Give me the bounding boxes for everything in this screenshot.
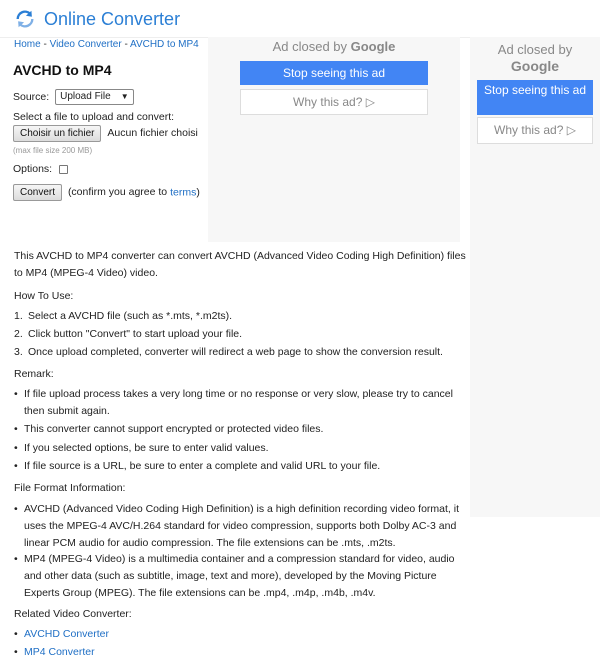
options-row: Options: bbox=[13, 163, 69, 175]
side-stop-seeing-ad-button[interactable]: Stop seeing this ad bbox=[477, 80, 593, 115]
convert-row: Convert (confirm you agree to terms) bbox=[13, 184, 200, 201]
ad-side-closed-text: Ad closed by Google bbox=[470, 41, 600, 75]
page-title: AVCHD to MP4 bbox=[13, 62, 112, 78]
related-item: • AVCHD Converter bbox=[14, 626, 474, 643]
ad-main: Ad closed by Google Stop seeing this ad … bbox=[208, 37, 460, 242]
format-info-heading: File Format Information: bbox=[14, 482, 126, 494]
ad-side: Ad closed by Google Stop seeing this ad … bbox=[470, 37, 600, 517]
chevron-down-icon: ▼ bbox=[120, 92, 129, 101]
remark-item-text: If file upload process takes a very long… bbox=[24, 388, 453, 417]
format-info-item: • MP4 (MPEG-4 Video) is a multimedia cont… bbox=[14, 551, 474, 602]
intro-paragraph: This AVCHD to MP4 converter can convert … bbox=[14, 250, 466, 279]
remark-item-text: If file source is a URL, be sure to ente… bbox=[24, 460, 381, 472]
howto-step-text: Select a AVCHD file (such as *.mts, *.m2… bbox=[28, 310, 233, 322]
site-logo-text[interactable]: Online Converter bbox=[44, 9, 180, 30]
terms-link[interactable]: terms bbox=[170, 186, 196, 198]
stop-seeing-ad-button[interactable]: Stop seeing this ad bbox=[240, 61, 428, 85]
file-row: Choisir un fichier Aucun fichier choisi bbox=[13, 125, 198, 142]
remark-item-text: If you selected options, be sure to ente… bbox=[24, 442, 269, 454]
ad-closed-prefix: Ad closed by bbox=[272, 39, 351, 54]
options-checkbox[interactable] bbox=[59, 164, 69, 174]
remark-item-text: This converter cannot support encrypted … bbox=[24, 423, 324, 435]
side-why-this-ad-button[interactable]: Why this ad? ▷ bbox=[477, 117, 593, 144]
ad-side-closed-prefix: Ad closed by bbox=[497, 42, 573, 57]
howto-step: 2. Click button "Convert" to start upload… bbox=[14, 326, 474, 343]
site-header: Online Converter bbox=[0, 0, 600, 38]
related-item: • MP4 Converter bbox=[14, 644, 474, 661]
howto-step: 1. Select a AVCHD file (such as *.mts, *.… bbox=[14, 308, 474, 325]
format-info-item: • AVCHD (Advanced Video Coding High Defin… bbox=[14, 501, 474, 552]
source-select-value: Upload File bbox=[60, 91, 111, 102]
howto-step-text: Once upload completed, converter will re… bbox=[28, 346, 443, 358]
file-status: Aucun fichier choisi bbox=[107, 127, 198, 140]
related-heading: Related Video Converter: bbox=[14, 608, 132, 620]
remark-heading: Remark: bbox=[14, 368, 54, 380]
breadcrumb: Home - Video Converter - AVCHD to MP4 bbox=[14, 39, 199, 50]
format-info-item-text: MP4 (MPEG-4 Video) is a multimedia conta… bbox=[24, 553, 455, 599]
options-label: Options: bbox=[13, 163, 53, 175]
breadcrumb-current[interactable]: AVCHD to MP4 bbox=[130, 39, 199, 50]
why-this-ad-button[interactable]: Why this ad? ▷ bbox=[240, 89, 428, 115]
source-select[interactable]: Upload File ▼ bbox=[55, 89, 134, 105]
remark-item: • If file upload process takes a very lon… bbox=[14, 386, 474, 420]
convert-button[interactable]: Convert bbox=[13, 184, 63, 201]
breadcrumb-home[interactable]: Home bbox=[14, 39, 41, 50]
avchd-converter-link[interactable]: AVCHD Converter bbox=[14, 626, 474, 643]
confirm-end: ) bbox=[196, 186, 200, 199]
howto-step-text: Click button "Convert" to start upload y… bbox=[28, 328, 243, 340]
format-info-item-text: AVCHD (Advanced Video Coding High Defini… bbox=[24, 503, 460, 549]
howto-step: 3. Once upload completed, converter will … bbox=[14, 344, 474, 361]
breadcrumb-video-converter[interactable]: Video Converter bbox=[50, 39, 122, 50]
choose-file-button[interactable]: Choisir un fichier bbox=[13, 125, 102, 142]
ad-side-closed-brand: Google bbox=[510, 58, 560, 74]
mp4-converter-link[interactable]: MP4 Converter bbox=[14, 644, 474, 661]
max-size-hint: (max file size 200 MB) bbox=[13, 146, 93, 155]
remark-item: • If file source is a URL, be sure to ent… bbox=[14, 458, 474, 475]
ad-closed-brand: Google bbox=[350, 39, 396, 54]
source-row: Source: Upload File ▼ bbox=[13, 89, 134, 105]
refresh-logo-icon[interactable] bbox=[14, 8, 36, 30]
source-label: Source: bbox=[13, 90, 50, 103]
remark-item: • If you selected options, be sure to ent… bbox=[14, 440, 474, 457]
remark-item: • This converter cannot support encrypted… bbox=[14, 421, 474, 438]
file-prompt: Select a file to upload and convert: bbox=[13, 111, 175, 123]
howto-heading: How To Use: bbox=[14, 290, 74, 302]
confirm-text: (confirm you agree to bbox=[67, 186, 171, 199]
ad-closed-text: Ad closed by Google bbox=[208, 39, 460, 54]
